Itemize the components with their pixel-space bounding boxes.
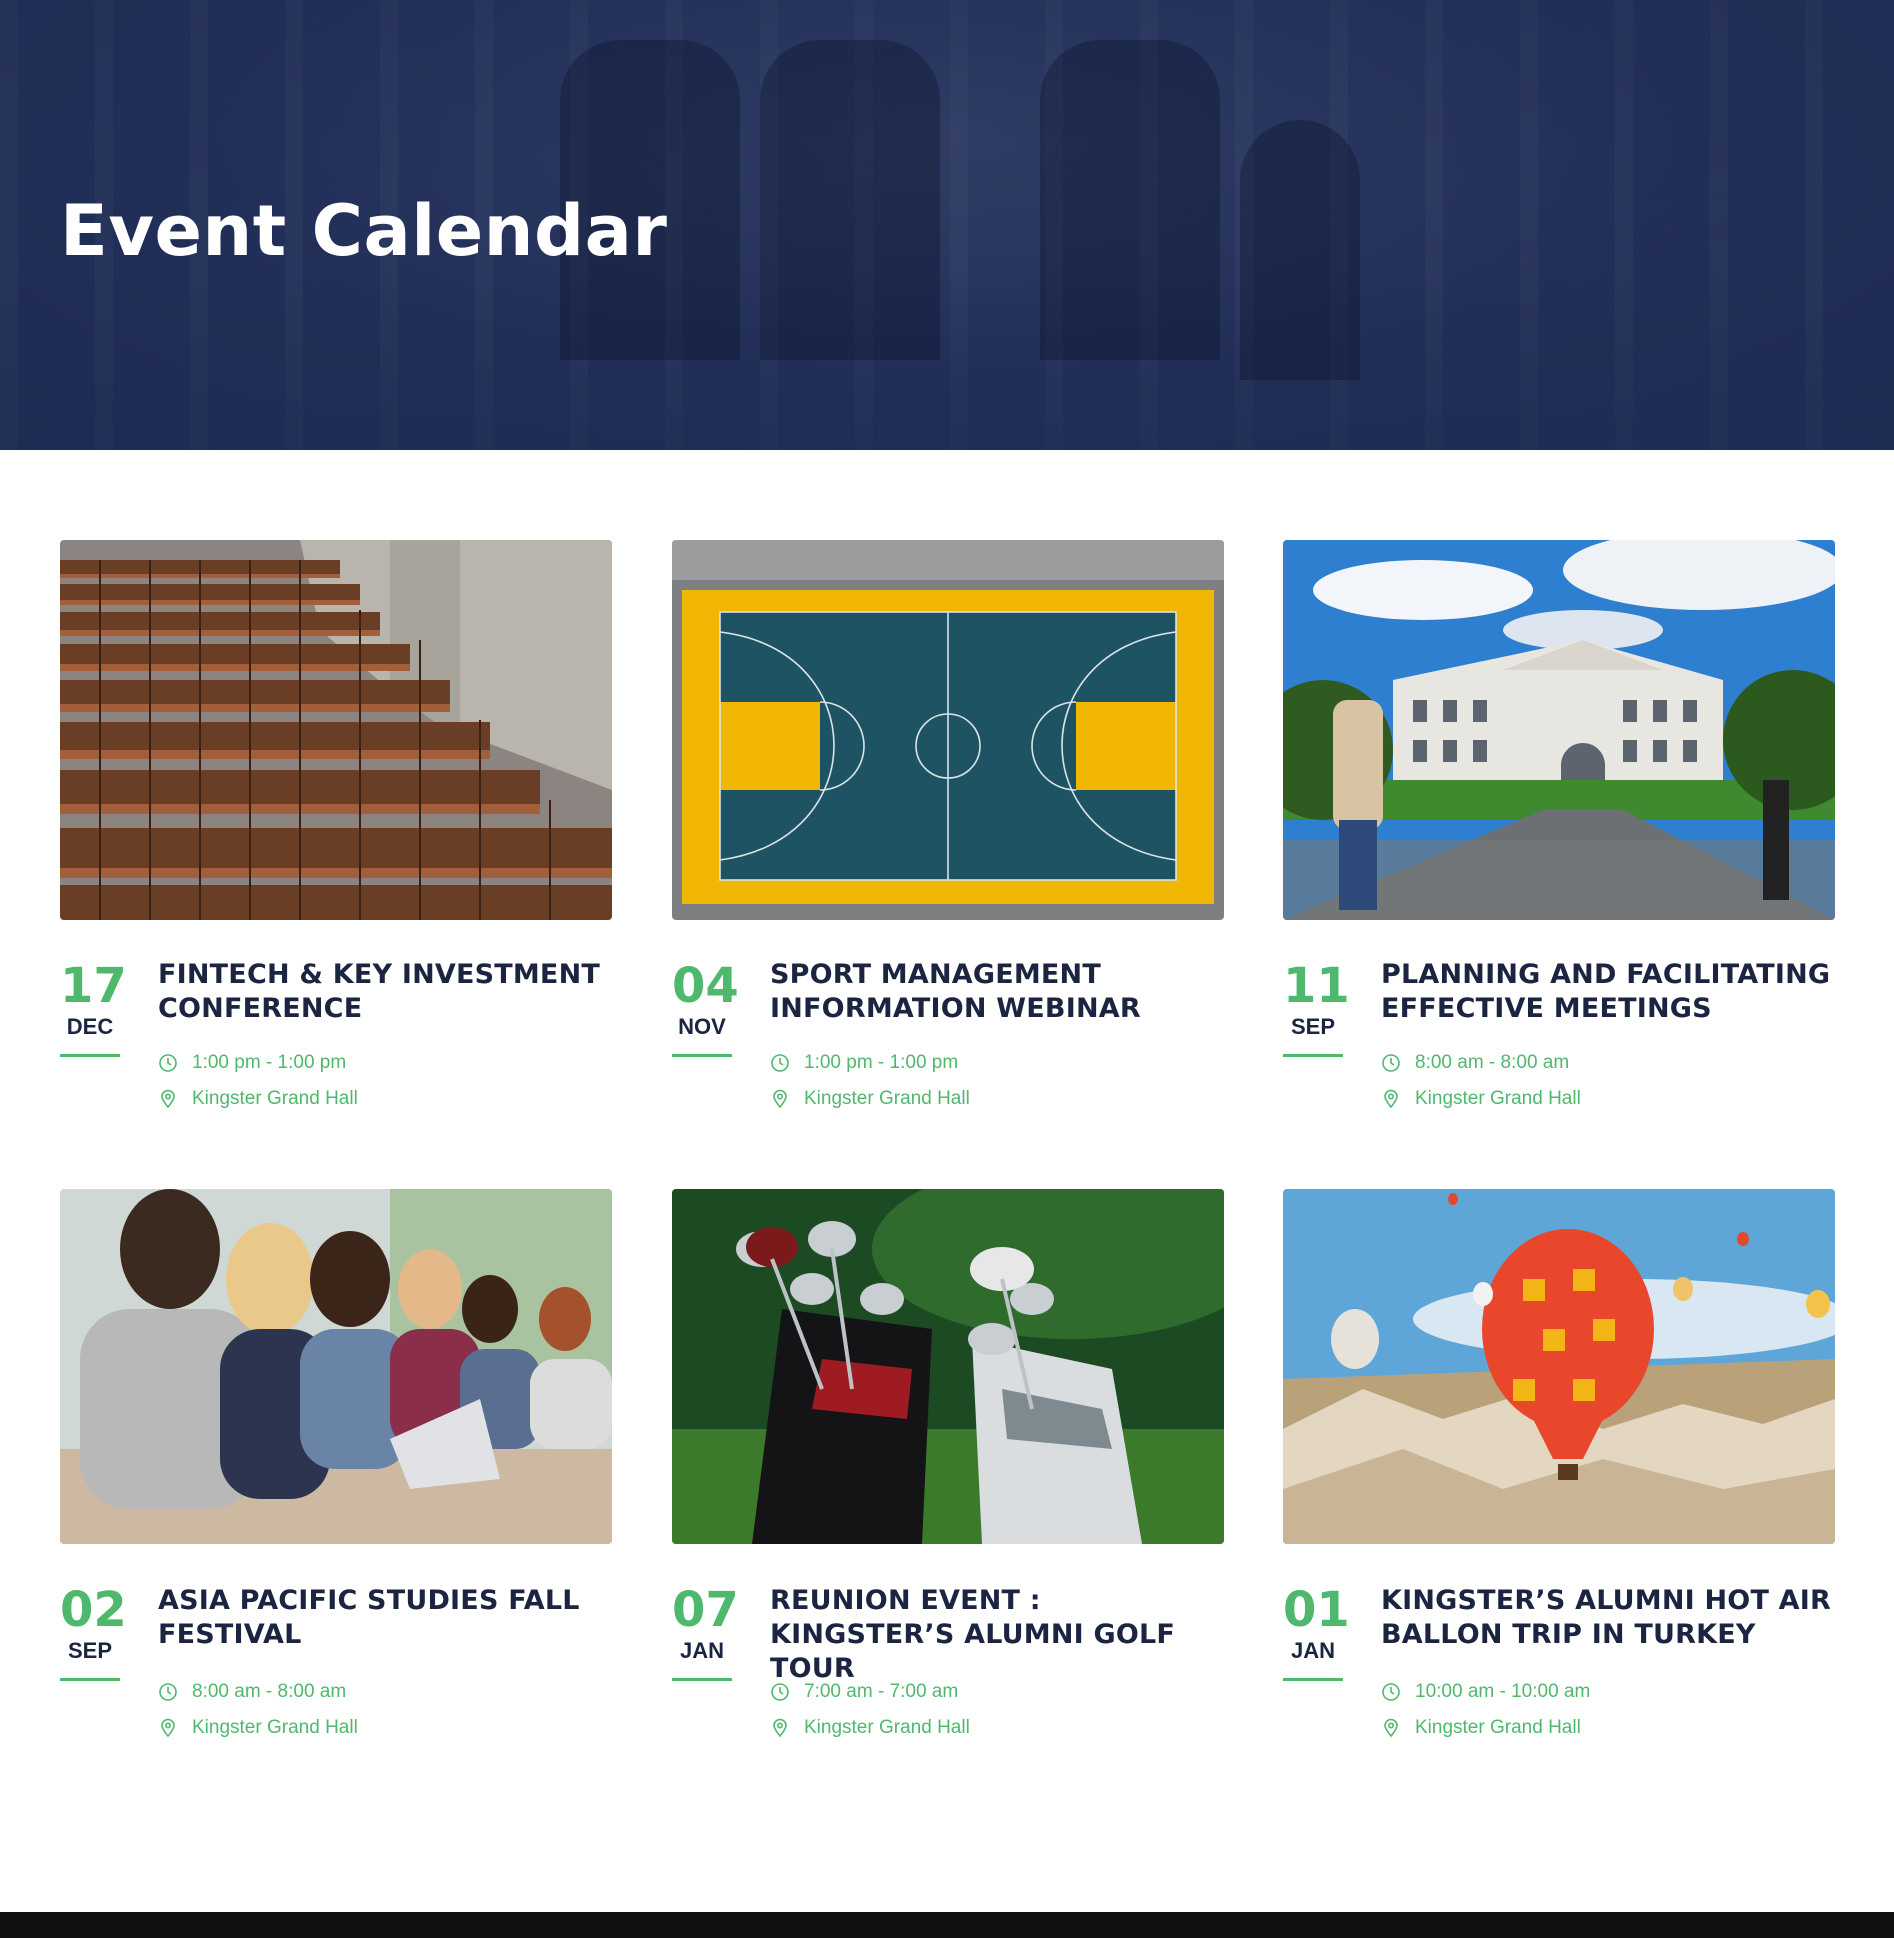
event-date: 02 SEP	[60, 1582, 127, 1681]
event-location-row: Kingster Grand Hall	[158, 1710, 608, 1746]
event-time-row: 7:00 am - 7:00 am	[770, 1674, 1220, 1710]
event-card[interactable]: 01 JAN KINGSTER’S ALUMNI HOT AIR BALLON …	[1283, 1189, 1835, 1749]
event-time: 7:00 am - 7:00 am	[804, 1681, 959, 1702]
hero-arch-shape	[1040, 40, 1220, 360]
event-month: SEP	[67, 1638, 113, 1663]
clock-icon	[1382, 1683, 1400, 1701]
event-date: 11 SEP	[1283, 958, 1350, 1057]
event-title[interactable]: FINTECH & KEY INVESTMENT CONFERENCE	[158, 958, 608, 1026]
date-divider	[60, 1678, 120, 1681]
event-image-hot-air-balloons[interactable]	[1283, 1189, 1835, 1544]
event-title[interactable]: ASIA PACIFIC STUDIES FALL FESTIVAL	[158, 1584, 608, 1652]
event-time: 1:00 pm - 1:00 pm	[804, 1052, 959, 1073]
event-time-row: 10:00 am - 10:00 am	[1381, 1674, 1831, 1710]
event-month: NOV	[678, 1014, 726, 1039]
event-day: 04	[672, 958, 739, 1014]
location-pin-icon	[1384, 1718, 1398, 1738]
event-time: 10:00 am - 10:00 am	[1415, 1681, 1591, 1702]
location-pin-icon	[773, 1089, 787, 1109]
event-image-auditorium[interactable]	[60, 540, 612, 920]
location-pin-icon	[161, 1718, 175, 1738]
event-meta: 8:00 am - 8:00 am Kingster Grand Hall	[158, 1674, 608, 1746]
event-meta: 1:00 pm - 1:00 pm Kingster Grand Hall	[770, 1045, 1220, 1117]
clock-icon	[159, 1054, 177, 1072]
event-day: 11	[1283, 958, 1350, 1014]
event-time-row: 1:00 pm - 1:00 pm	[770, 1045, 1220, 1081]
date-divider	[60, 1054, 120, 1057]
event-month: DEC	[66, 1014, 114, 1039]
event-title[interactable]: SPORT MANAGEMENT INFORMATION WEBINAR	[770, 958, 1220, 1026]
event-date: 01 JAN	[1283, 1582, 1350, 1681]
event-location: Kingster Grand Hall	[192, 1088, 358, 1109]
date-divider	[672, 1054, 732, 1057]
event-location-row: Kingster Grand Hall	[770, 1710, 1220, 1746]
event-date: 04 NOV	[672, 958, 739, 1057]
event-card[interactable]: 02 SEP ASIA PACIFIC STUDIES FALL FESTIVA…	[60, 1189, 612, 1749]
event-day: 17	[60, 958, 127, 1014]
event-location: Kingster Grand Hall	[804, 1717, 970, 1738]
event-time-row: 1:00 pm - 1:00 pm	[158, 1045, 608, 1081]
event-meta: 8:00 am - 8:00 am Kingster Grand Hall	[1381, 1045, 1831, 1117]
event-day: 07	[672, 1582, 739, 1638]
hero-arch-shape	[760, 40, 940, 360]
date-divider	[1283, 1054, 1343, 1057]
event-card[interactable]: 04 NOV SPORT MANAGEMENT INFORMATION WEBI…	[672, 540, 1224, 1109]
event-image-golf-bags[interactable]	[672, 1189, 1224, 1544]
event-meta: 7:00 am - 7:00 am Kingster Grand Hall	[770, 1674, 1220, 1746]
event-month: JAN	[679, 1638, 724, 1663]
event-meta: 1:00 pm - 1:00 pm Kingster Grand Hall	[158, 1045, 608, 1117]
event-title[interactable]: PLANNING AND FACILITATING EFFECTIVE MEET…	[1381, 958, 1831, 1026]
hero-banner: Event Calendar	[0, 0, 1894, 450]
clock-icon	[1382, 1054, 1400, 1072]
event-meta: 10:00 am - 10:00 am Kingster Grand Hall	[1381, 1674, 1831, 1746]
date-divider	[672, 1678, 732, 1681]
event-date: 07 JAN	[672, 1582, 739, 1681]
event-location: Kingster Grand Hall	[804, 1088, 970, 1109]
date-divider	[1283, 1678, 1343, 1681]
event-image-students[interactable]	[60, 1189, 612, 1544]
event-card[interactable]: 07 JAN REUNION EVENT : KINGSTER’S ALUMNI…	[672, 1189, 1224, 1749]
event-location-row: Kingster Grand Hall	[158, 1081, 608, 1117]
event-time: 1:00 pm - 1:00 pm	[192, 1052, 347, 1073]
footer-bar	[0, 1912, 1894, 1938]
location-pin-icon	[773, 1718, 787, 1738]
event-image-campus-building[interactable]	[1283, 540, 1835, 920]
event-time-row: 8:00 am - 8:00 am	[158, 1674, 608, 1710]
event-date: 17 DEC	[60, 958, 127, 1057]
clock-icon	[771, 1683, 789, 1701]
event-card[interactable]: 11 SEP PLANNING AND FACILITATING EFFECTI…	[1283, 540, 1835, 1109]
clock-icon	[159, 1683, 177, 1701]
event-location: Kingster Grand Hall	[1415, 1717, 1581, 1738]
event-location-row: Kingster Grand Hall	[770, 1081, 1220, 1117]
event-title[interactable]: KINGSTER’S ALUMNI HOT AIR BALLON TRIP IN…	[1381, 1584, 1831, 1652]
clock-icon	[771, 1054, 789, 1072]
event-time: 8:00 am - 8:00 am	[1415, 1052, 1570, 1073]
page-title: Event Calendar	[60, 190, 668, 272]
location-pin-icon	[161, 1089, 175, 1109]
event-month: SEP	[1290, 1014, 1336, 1039]
event-location-row: Kingster Grand Hall	[1381, 1081, 1831, 1117]
event-time: 8:00 am - 8:00 am	[192, 1681, 347, 1702]
event-month: JAN	[1290, 1638, 1335, 1663]
event-location: Kingster Grand Hall	[1415, 1088, 1581, 1109]
event-image-basketball-court[interactable]	[672, 540, 1224, 920]
event-location-row: Kingster Grand Hall	[1381, 1710, 1831, 1746]
event-day: 02	[60, 1582, 127, 1638]
hero-arch-shape	[1240, 120, 1360, 380]
event-card[interactable]: 17 DEC FINTECH & KEY INVESTMENT CONFEREN…	[60, 540, 612, 1109]
event-title[interactable]: REUNION EVENT : KINGSTER’S ALUMNI GOLF T…	[770, 1584, 1220, 1686]
event-time-row: 8:00 am - 8:00 am	[1381, 1045, 1831, 1081]
event-day: 01	[1283, 1582, 1350, 1638]
event-location: Kingster Grand Hall	[192, 1717, 358, 1738]
location-pin-icon	[1384, 1089, 1398, 1109]
